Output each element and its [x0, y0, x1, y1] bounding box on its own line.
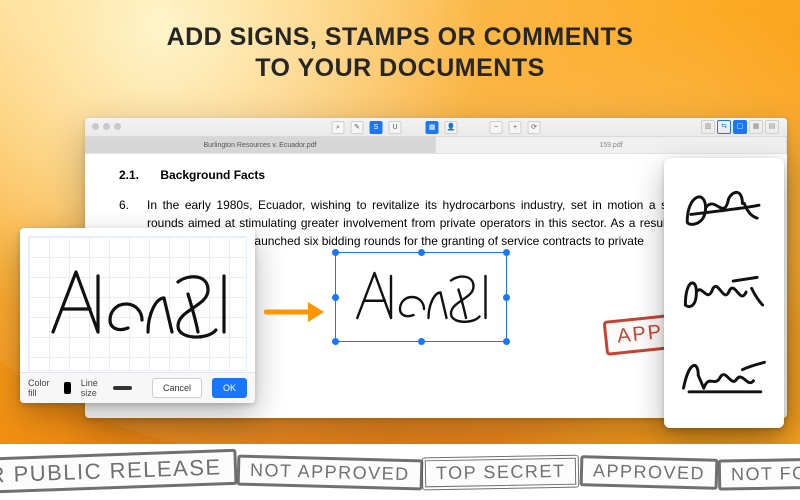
- traffic-close-icon[interactable]: [92, 123, 99, 130]
- signature-option-3[interactable]: [670, 339, 778, 418]
- signature-draw-panel: Color fill Line size Cancel OK: [20, 228, 255, 403]
- signature-option-2[interactable]: [670, 253, 778, 332]
- section-title: Background Facts: [160, 168, 265, 182]
- paragraph-number: 6.: [119, 196, 129, 214]
- stamp-top-secret[interactable]: TOP SECRET: [422, 454, 580, 490]
- stamp-strip: FOR PUBLIC RELEASE NOT APPROVED TOP SECR…: [0, 444, 800, 500]
- tool-sign-button[interactable]: S: [370, 121, 383, 134]
- view-single-icon[interactable]: ▢: [733, 120, 747, 134]
- headline: ADD SIGNS, STAMPS OR COMMENTS TO YOUR DO…: [0, 22, 800, 85]
- tool-search-icon[interactable]: ⌕: [332, 121, 345, 134]
- tool-user-icon[interactable]: 👤: [445, 121, 458, 134]
- tool-underline-button[interactable]: U: [389, 121, 402, 134]
- stamp-approved-grey[interactable]: APPROVED: [579, 455, 718, 490]
- color-swatch[interactable]: [64, 382, 71, 394]
- resize-handle-br[interactable]: [503, 338, 510, 345]
- tool-zoomout-icon[interactable]: −: [490, 121, 503, 134]
- view-paging-icon[interactable]: ⇆: [717, 120, 731, 134]
- resize-handle-ml[interactable]: [332, 294, 339, 301]
- signature-drawing-icon: [38, 254, 238, 354]
- headline-line2: TO YOUR DOCUMENTS: [0, 53, 800, 84]
- color-label: Color fill: [28, 378, 50, 398]
- signature-1-icon: [678, 183, 770, 233]
- view-split-icon[interactable]: ▥: [701, 120, 715, 134]
- stamp-public-release[interactable]: FOR PUBLIC RELEASE: [0, 449, 237, 495]
- resize-handle-mr[interactable]: [503, 294, 510, 301]
- ok-button[interactable]: OK: [212, 378, 247, 398]
- resize-handle-bm[interactable]: [418, 338, 425, 345]
- view-thumbs-icon[interactable]: ▤: [765, 120, 779, 134]
- signature-alexsol-icon: [346, 259, 496, 335]
- tool-zoomin-icon[interactable]: +: [509, 121, 522, 134]
- tab-active[interactable]: Burlington Resources v. Ecuador.pdf: [85, 137, 436, 153]
- view-grid-icon[interactable]: ▦: [749, 120, 763, 134]
- window-titlebar: ⌕ ✎ S U ▦ 👤 − + ⟳ ▥ ⇆ ▢ ▦ ▤: [85, 118, 787, 137]
- traffic-max-icon[interactable]: [114, 123, 121, 130]
- signature-3-icon: [678, 353, 770, 403]
- traffic-min-icon[interactable]: [103, 123, 110, 130]
- view-toggle: ▥ ⇆ ▢ ▦ ▤: [701, 120, 779, 134]
- resize-handle-bl[interactable]: [332, 338, 339, 345]
- headline-line1: ADD SIGNS, STAMPS OR COMMENTS: [0, 22, 800, 53]
- tool-rotate-icon[interactable]: ⟳: [528, 121, 541, 134]
- signature-list-panel: [664, 158, 784, 428]
- stamp-not-approved[interactable]: NOT APPROVED: [236, 454, 422, 490]
- stamp-not-for-release[interactable]: NOT FOR PUBLIC RELEASE: [718, 454, 800, 490]
- signature-2-icon: [678, 268, 770, 318]
- line-size-control[interactable]: [113, 386, 132, 390]
- section-heading: 2.1. Background Facts: [119, 168, 753, 182]
- arrow-icon: [264, 300, 324, 324]
- tool-edit-icon[interactable]: ✎: [351, 121, 364, 134]
- toolbar-center: ⌕ ✎ S U ▦ 👤 − + ⟳: [332, 121, 541, 134]
- resize-handle-tl[interactable]: [332, 249, 339, 256]
- cancel-button[interactable]: Cancel: [152, 378, 202, 398]
- signature-toolbar: Color fill Line size Cancel OK: [20, 372, 255, 403]
- signature-canvas[interactable]: [28, 236, 247, 371]
- section-number: 2.1.: [119, 168, 139, 182]
- placed-signature[interactable]: [335, 252, 507, 342]
- tab-other[interactable]: 159.pdf: [436, 137, 787, 153]
- resize-handle-tr[interactable]: [503, 249, 510, 256]
- resize-handle-tm[interactable]: [418, 249, 425, 256]
- tool-stamp-icon[interactable]: ▦: [426, 121, 439, 134]
- traffic-lights[interactable]: [92, 123, 121, 130]
- line-size-label: Line size: [81, 378, 99, 398]
- signature-option-1[interactable]: [670, 168, 778, 247]
